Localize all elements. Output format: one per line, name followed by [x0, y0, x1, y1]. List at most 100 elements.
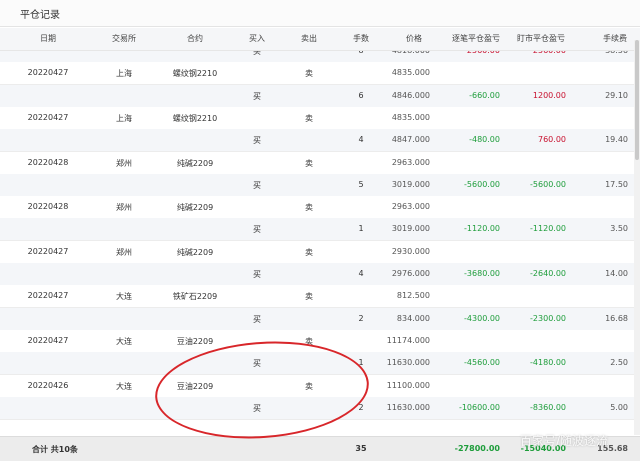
fee-cell: 29.10 — [605, 90, 628, 100]
pnl-trade-cell: -4300.00 — [464, 313, 500, 323]
pnl-trade-cell: -480.00 — [469, 135, 500, 145]
pnl-mark-cell: -4180.00 — [530, 358, 566, 368]
column-header-price[interactable]: 价格 — [406, 33, 422, 44]
column-header-pnl-mark[interactable]: 盯市平仓盈亏 — [517, 33, 565, 44]
price-cell: 2930.000 — [391, 246, 430, 256]
sell-cell: 卖 — [305, 203, 313, 213]
fee-cell: 16.68 — [605, 313, 628, 323]
pnl-mark-cell: -5600.00 — [530, 179, 566, 189]
price-cell: 2976.000 — [391, 269, 430, 278]
pnl-trade-cell: -3680.00 — [464, 269, 500, 278]
date-cell: 20220428 — [27, 157, 69, 167]
column-header-exchange[interactable]: 交易所 — [112, 33, 136, 44]
panel-title: 平仓记录 — [20, 10, 60, 21]
contract-cell: 螺纹钢2210 — [172, 69, 218, 79]
contract-cell: 纯碱2209 — [176, 247, 214, 257]
column-header-lots[interactable]: 手数 — [353, 33, 369, 44]
price-cell: 4835.000 — [391, 112, 430, 122]
contract-cell: 纯碱2209 — [176, 203, 214, 213]
exchange-cell: 大连 — [116, 336, 132, 346]
sell-cell: 卖 — [305, 247, 313, 257]
column-header-contract[interactable]: 合约 — [187, 33, 203, 44]
fee-cell: 2.50 — [610, 358, 628, 368]
table-row[interactable]: 20220428 郑州 纯碱2209 卖 2963.000 — [0, 196, 640, 220]
column-header-sell[interactable]: 卖出 — [301, 33, 317, 44]
lots-cell: 5 — [358, 179, 364, 189]
table-row[interactable]: 20220427 郑州 纯碱2209 卖 2930.000 — [0, 240, 640, 264]
table-row[interactable]: 买 4 2976.000 -3680.00 -2640.00 14.00 — [0, 263, 640, 286]
buy-cell: 买 — [253, 180, 261, 190]
date-cell: 20220427 — [27, 68, 69, 78]
column-header-date[interactable]: 日期 — [40, 33, 56, 44]
price-cell: 834.000 — [396, 313, 430, 323]
table-row[interactable]: 买 5 3019.000 -5600.00 -5600.00 17.50 — [0, 173, 640, 197]
pnl-trade-cell: -4560.00 — [464, 358, 500, 368]
footer-pnl-trade: -27800.00 — [454, 444, 500, 453]
watermark: 百家号/随波逐流 — [520, 434, 609, 448]
price-cell: 4835.000 — [391, 68, 430, 78]
table-row[interactable]: 买 4 4847.000 -480.00 760.00 19.40 — [0, 129, 640, 153]
table-row[interactable]: 20220427 大连 铁矿石2209 卖 812.500 — [0, 285, 640, 309]
date-cell: 20220427 — [27, 246, 69, 256]
sell-cell: 卖 — [305, 113, 313, 123]
contract-cell: 螺纹钢2210 — [172, 113, 218, 123]
price-cell: 4847.000 — [391, 135, 430, 145]
table-row[interactable]: 20220427 上海 螺纹钢2210 卖 4835.000 — [0, 62, 640, 86]
price-cell: 3019.000 — [391, 179, 430, 189]
table-row[interactable]: 买 2 834.000 -4300.00 -2300.00 16.68 — [0, 307, 640, 331]
fee-cell: 19.40 — [605, 135, 628, 145]
table-row[interactable]: 20220428 郑州 纯碱2209 卖 2963.000 — [0, 151, 640, 175]
exchange-cell: 上海 — [116, 69, 132, 79]
exchange-cell: 大连 — [116, 292, 132, 302]
lots-cell: 2 — [358, 313, 364, 323]
lots-cell: 6 — [358, 90, 364, 100]
pnl-mark-cell: -8360.00 — [530, 402, 566, 412]
pnl-mark-cell: -2640.00 — [530, 269, 566, 278]
exchange-cell: 郑州 — [116, 247, 132, 257]
vertical-scrollbar[interactable] — [634, 40, 640, 435]
buy-cell: 买 — [253, 225, 261, 235]
exchange-cell: 郑州 — [116, 158, 132, 168]
contract-cell: 铁矿石2209 — [172, 292, 218, 302]
table-row[interactable]: 20220427 上海 螺纹钢2210 卖 4835.000 — [0, 106, 640, 130]
scrollbar-thumb[interactable] — [635, 40, 639, 160]
pnl-trade-cell: -1120.00 — [464, 224, 500, 234]
price-cell: 2963.000 — [391, 202, 430, 212]
exchange-cell: 大连 — [116, 381, 132, 391]
price-cell: 11100.000 — [386, 380, 430, 390]
table-header: 日期 交易所 合约 买入 卖出 手数 价格 逐笔平仓盈亏 盯市平仓盈亏 手续费 — [0, 28, 640, 51]
buy-cell: 买 — [253, 270, 261, 279]
date-cell: 20220428 — [27, 202, 69, 212]
price-cell: 812.500 — [396, 291, 430, 301]
column-header-buy[interactable]: 买入 — [249, 33, 265, 44]
buy-cell: 买 — [253, 314, 261, 324]
sell-cell: 卖 — [305, 158, 313, 168]
buy-cell: 买 — [253, 91, 261, 101]
buy-cell: 买 — [253, 136, 261, 146]
footer-label: 合计 共10条 — [32, 445, 78, 454]
fee-cell: 3.50 — [610, 224, 628, 234]
table-row[interactable]: 买 6 4846.000 -660.00 1200.00 29.10 — [0, 84, 640, 108]
pnl-mark-cell: -2300.00 — [530, 313, 566, 323]
pnl-trade-cell: -10600.00 — [458, 402, 500, 412]
date-cell: 20220427 — [27, 112, 69, 122]
table-row[interactable]: 买 1 3019.000 -1120.00 -1120.00 3.50 — [0, 218, 640, 242]
column-header-fee[interactable]: 手续费 — [603, 33, 627, 44]
date-cell: 20220426 — [27, 380, 69, 390]
price-cell: 3019.000 — [391, 224, 430, 234]
pnl-mark-cell: -1120.00 — [530, 224, 566, 234]
fee-cell: 5.00 — [610, 402, 628, 412]
sell-cell: 卖 — [305, 69, 313, 79]
lots-cell: 4 — [358, 135, 364, 145]
pnl-mark-cell: 760.00 — [538, 135, 566, 145]
fee-cell: 14.00 — [605, 269, 628, 278]
price-cell: 11174.000 — [386, 335, 430, 345]
pnl-trade-cell: -660.00 — [469, 90, 500, 100]
price-cell: 2963.000 — [391, 157, 430, 167]
pnl-trade-cell: -5600.00 — [464, 179, 500, 189]
date-cell: 20220427 — [27, 291, 69, 301]
footer-lots: 35 — [355, 444, 367, 453]
column-header-pnl-trade[interactable]: 逐笔平仓盈亏 — [452, 33, 500, 44]
sell-cell: 卖 — [305, 292, 313, 302]
price-cell: 11630.000 — [386, 402, 430, 412]
